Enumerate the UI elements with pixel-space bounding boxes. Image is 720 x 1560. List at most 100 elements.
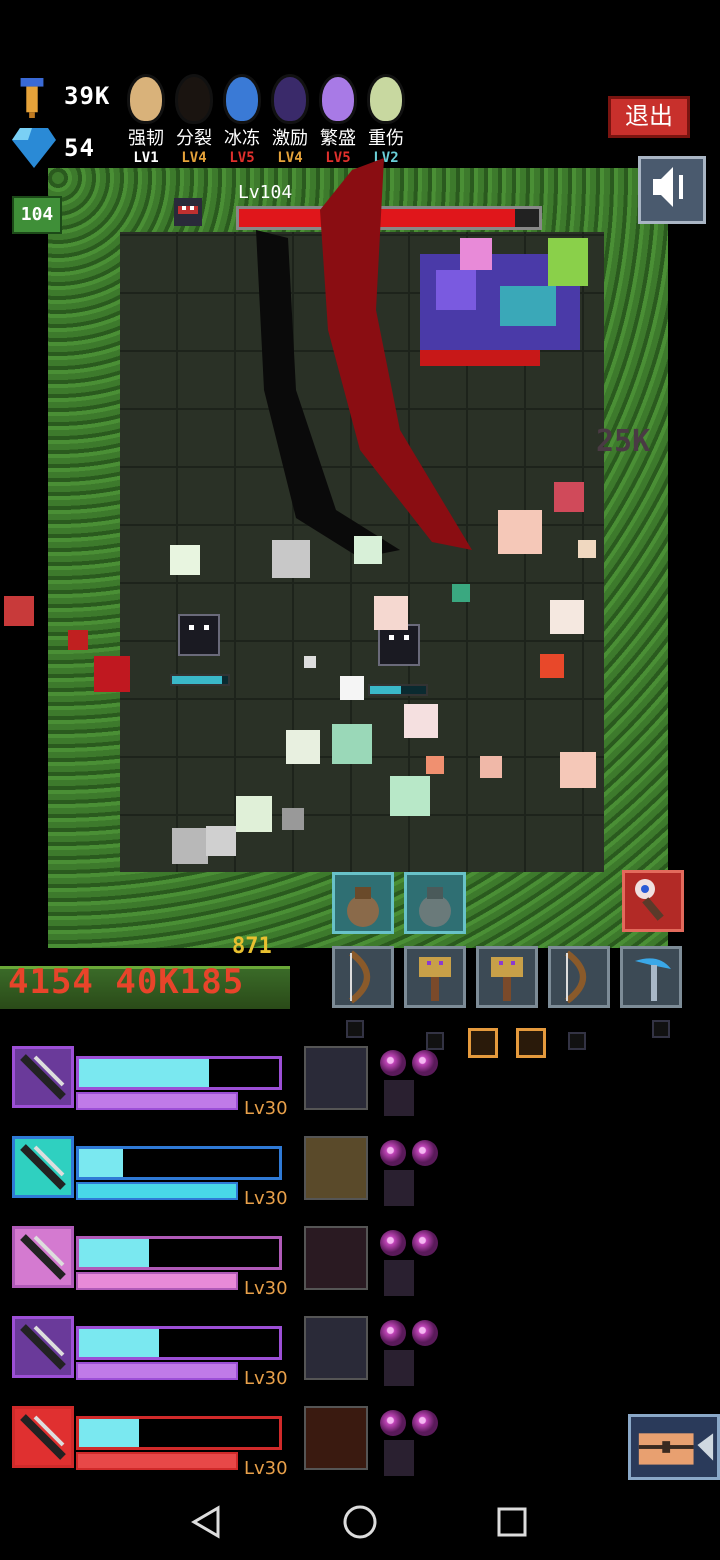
buff-icon	[384, 1440, 414, 1476]
wand-icon	[635, 879, 664, 921]
hero-hp-fill	[79, 1329, 159, 1357]
hit-particle	[540, 654, 564, 678]
hero-level: Lv30	[244, 1368, 288, 1389]
hero-row[interactable]: Lv30	[0, 1406, 720, 1486]
hit-particle	[236, 796, 272, 832]
hit-particle	[578, 540, 596, 558]
buff-orb-icon	[412, 1140, 438, 1166]
buff-icon	[384, 1080, 414, 1116]
hit-particle	[282, 808, 304, 830]
bow-icon	[564, 950, 587, 1004]
back-icon[interactable]	[188, 1504, 224, 1540]
hero-weapon-icon[interactable]	[12, 1046, 74, 1108]
hit-particle	[206, 826, 236, 856]
chest-icon	[638, 1433, 714, 1465]
hero-mp-bar	[76, 1182, 238, 1200]
claw-weapon-icon	[20, 1054, 66, 1100]
hit-particle	[390, 776, 430, 816]
hit-particle	[426, 756, 444, 774]
hero-mp-bar	[76, 1272, 238, 1290]
hit-particle	[480, 756, 502, 778]
hero-mp-bar	[76, 1092, 238, 1110]
hero-row[interactable]: Lv30	[0, 1226, 720, 1306]
buff-orb-icon	[380, 1140, 406, 1166]
hero-mp-bar	[76, 1452, 238, 1470]
hero-skill-icon[interactable]	[304, 1136, 368, 1200]
hit-particle	[374, 596, 408, 630]
hero-buffs	[380, 1050, 480, 1120]
home-icon[interactable]	[342, 1504, 378, 1540]
hero-skill-icon[interactable]	[304, 1316, 368, 1380]
hero-level: Lv30	[244, 1278, 288, 1299]
hit-particle	[354, 536, 382, 564]
buff-orb-icon	[380, 1050, 406, 1076]
sack-icon	[419, 887, 451, 927]
particle-layer	[0, 0, 720, 900]
hero-skill-icon[interactable]	[304, 1226, 368, 1290]
buff-orb-icon	[412, 1050, 438, 1076]
hero-buffs	[380, 1410, 480, 1480]
hero-hp-bar	[76, 1146, 282, 1180]
buff-icon	[384, 1350, 414, 1386]
buff-orb-icon	[412, 1230, 438, 1256]
weapon-slot[interactable]	[404, 946, 466, 1008]
hero-buffs	[380, 1140, 480, 1210]
hero-skill-icon[interactable]	[304, 1046, 368, 1110]
hit-particle	[4, 596, 34, 626]
hero-hp-bar	[76, 1236, 282, 1270]
hero-row[interactable]: Lv30	[0, 1046, 720, 1126]
scythe-icon	[635, 958, 671, 1001]
hammer-icon	[419, 957, 451, 1001]
total-damage: 4154 40K185	[8, 962, 245, 1002]
hit-particle	[272, 540, 310, 578]
hit-particle	[332, 724, 372, 764]
slot-dot	[346, 1020, 364, 1038]
hero-skill-icon[interactable]	[304, 1406, 368, 1470]
claw-weapon-icon	[20, 1414, 66, 1460]
buff-orb-icon	[380, 1320, 406, 1346]
hero-level: Lv30	[244, 1458, 288, 1479]
hit-particle	[498, 510, 542, 554]
hero-level: Lv30	[244, 1098, 288, 1119]
weapon-slot-row	[326, 944, 696, 1016]
hero-hp-fill	[79, 1059, 209, 1087]
buff-orb-icon	[380, 1410, 406, 1436]
weapon-slot[interactable]	[620, 946, 682, 1008]
weapon-slot[interactable]	[548, 946, 610, 1008]
inventory-chest-button[interactable]	[628, 1414, 720, 1480]
hit-particle	[340, 676, 364, 700]
hero-weapon-icon[interactable]	[12, 1316, 74, 1378]
summon-slot-2[interactable]	[404, 872, 466, 934]
hero-hp-fill	[79, 1239, 149, 1267]
hero-weapon-icon[interactable]	[12, 1406, 74, 1468]
hero-weapon-icon[interactable]	[12, 1136, 74, 1198]
hero-hp-bar	[76, 1056, 282, 1090]
hit-particle	[560, 752, 596, 788]
hero-weapon-icon[interactable]	[12, 1226, 74, 1288]
hit-particle	[172, 828, 208, 864]
hero-list: Lv30 Lv30 Lv30 Lv30 Lv30	[0, 1040, 720, 1480]
buff-orb-icon	[412, 1410, 438, 1436]
hero-hp-fill	[79, 1419, 139, 1447]
damage-total-panel: 871 4154 40K185	[0, 934, 300, 1012]
hit-particle	[452, 584, 470, 602]
hero-row[interactable]: Lv30	[0, 1316, 720, 1396]
skill-slot-red[interactable]	[622, 870, 684, 932]
hero-row[interactable]: Lv30	[0, 1136, 720, 1216]
combo-count: 871	[232, 934, 272, 959]
buff-orb-icon	[380, 1230, 406, 1256]
claw-weapon-icon	[20, 1234, 66, 1280]
hit-particle	[304, 656, 316, 668]
buff-icon	[384, 1170, 414, 1206]
recents-icon[interactable]	[496, 1506, 528, 1538]
hero-hp-bar	[76, 1326, 282, 1360]
hit-particle	[554, 482, 584, 512]
buff-icon	[384, 1260, 414, 1296]
hero-mp-bar	[76, 1362, 238, 1380]
summon-slot-1[interactable]	[332, 872, 394, 934]
hit-particle	[68, 630, 88, 650]
weapon-slot[interactable]	[332, 946, 394, 1008]
hit-particle	[94, 656, 130, 692]
hit-particle	[170, 545, 200, 575]
weapon-slot[interactable]	[476, 946, 538, 1008]
